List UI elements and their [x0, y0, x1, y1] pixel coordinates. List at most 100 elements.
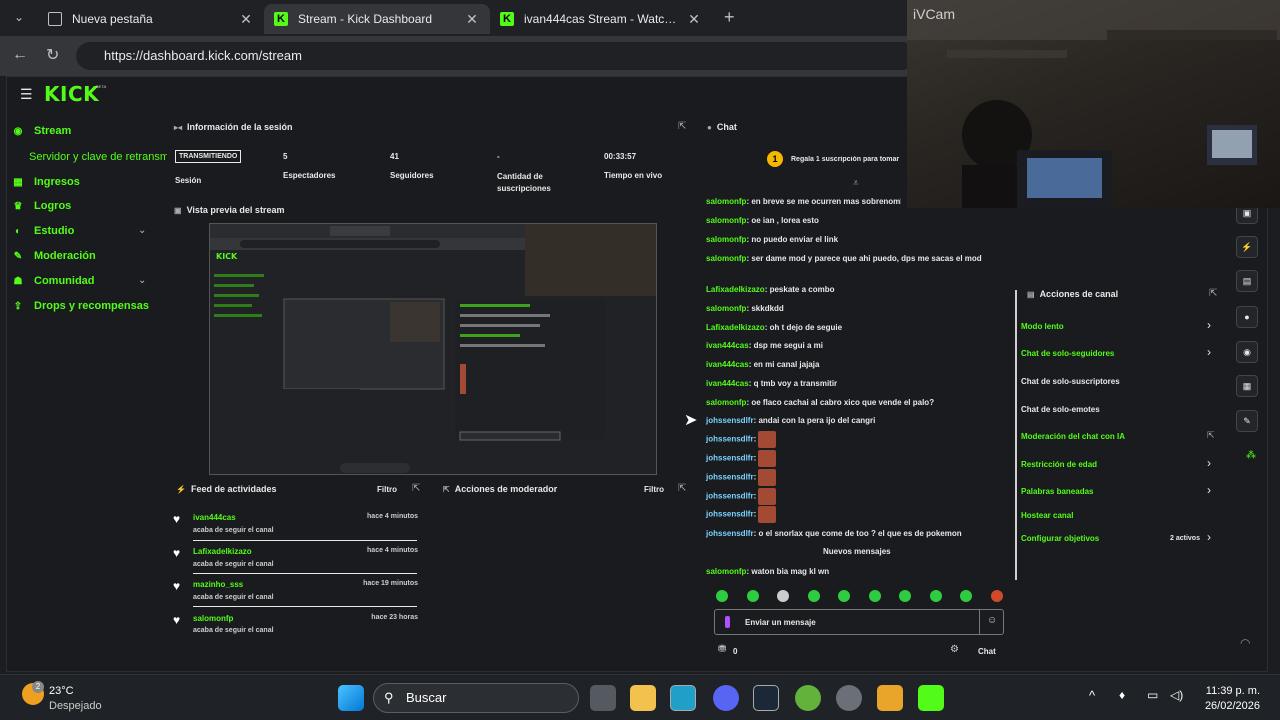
edge-browser-icon[interactable]: [670, 685, 696, 711]
external-link-icon[interactable]: ⇱: [678, 483, 686, 494]
gift-icon: 1: [767, 151, 783, 167]
app-icon[interactable]: [877, 685, 903, 711]
message-icon[interactable]: ●: [1236, 306, 1258, 328]
users-icon[interactable]: ▦: [1236, 375, 1258, 397]
sidebar-item-moderacion[interactable]: ✎ Moderación: [12, 250, 96, 262]
emote-icon[interactable]: [808, 590, 820, 602]
tab-kick-stream[interactable]: K ivan444cas Stream - Watch Live on Kick…: [490, 4, 712, 34]
emote-icon[interactable]: [991, 590, 1003, 602]
sidebar-item-estudio[interactable]: ◐ Estudio: [12, 225, 74, 237]
wrench-icon: ✎: [13, 250, 23, 262]
chevron-right-icon[interactable]: ›: [1207, 456, 1211, 470]
new-messages-button[interactable]: Nuevos mensajes: [823, 547, 891, 556]
new-tab-icon[interactable]: +: [724, 7, 735, 28]
external-link-icon[interactable]: ⇱: [1207, 430, 1215, 441]
divider: [193, 606, 417, 607]
activity-time: hace 4 minutos: [367, 547, 418, 554]
reload-icon[interactable]: ↻: [46, 45, 59, 65]
settings-icon[interactable]: ⚙: [950, 644, 959, 655]
chevron-right-icon[interactable]: ›: [1207, 530, 1211, 544]
tab-new-tab[interactable]: Nueva pestaña ✕: [38, 4, 264, 34]
sidebar-item-stream[interactable]: ◉ Stream: [12, 125, 72, 137]
action-ai-moderation[interactable]: Moderación del chat con IA: [1021, 432, 1125, 441]
activity-filter-button[interactable]: Filtro: [377, 485, 397, 494]
chevron-down-icon[interactable]: ⌄: [138, 225, 146, 236]
sidebar-item-logros[interactable]: ♛ Logros: [12, 200, 72, 212]
back-arrow-icon[interactable]: ←: [12, 46, 28, 64]
taskbar-search[interactable]: ⚲ Buscar: [373, 683, 579, 713]
action-subscribers-only[interactable]: Chat de solo-suscriptores: [1021, 377, 1120, 386]
sidebar-item-comunidad[interactable]: ☗ Comunidad: [12, 275, 95, 287]
mod-actions-filter-button[interactable]: Filtro: [644, 485, 664, 494]
windows-start-icon[interactable]: [338, 685, 364, 711]
discord-icon[interactable]: [713, 685, 739, 711]
sidebar-item-ingresos[interactable]: ▦ Ingresos: [12, 176, 80, 188]
chevron-down-icon[interactable]: ⩡: [853, 178, 859, 189]
heart-icon: ♥: [173, 546, 181, 560]
utorrent-icon[interactable]: [795, 685, 821, 711]
share-icon[interactable]: ⁂: [1246, 450, 1256, 461]
steam-icon[interactable]: [753, 685, 779, 711]
chevron-right-icon[interactable]: ›: [1207, 483, 1211, 497]
chevron-up-icon[interactable]: ^: [1089, 688, 1095, 703]
weather-temp[interactable]: 23°C: [49, 685, 74, 697]
clock-time[interactable]: 11:39 p. m.: [1200, 685, 1260, 697]
emote-icon[interactable]: [777, 590, 789, 602]
emote-icon[interactable]: [838, 590, 850, 602]
kick-logo[interactable]: KICK: [44, 82, 99, 106]
action-banned-words[interactable]: Palabras baneadas: [1021, 487, 1093, 496]
close-icon[interactable]: ✕: [238, 11, 254, 28]
file-explorer-icon[interactable]: [630, 685, 656, 711]
external-link-icon[interactable]: ⇱: [678, 121, 686, 132]
emote-icon[interactable]: [869, 590, 881, 602]
task-view-icon[interactable]: [590, 685, 616, 711]
emote-icon[interactable]: [930, 590, 942, 602]
action-goals[interactable]: Configurar objetivos: [1021, 534, 1099, 543]
close-icon[interactable]: ✕: [464, 11, 480, 28]
pinned-gift-message[interactable]: Regala 1 suscripción para tomar: [791, 156, 906, 163]
chevron-down-icon[interactable]: ⌄: [138, 275, 146, 286]
sidebar-item-server-key[interactable]: Servidor y clave de retransmisión: [29, 151, 167, 163]
emoji-icon[interactable]: ☺: [987, 615, 997, 626]
emote-icon[interactable]: [899, 590, 911, 602]
action-followers-only[interactable]: Chat de solo-seguidores: [1021, 349, 1114, 358]
broadcast-icon[interactable]: ◉: [1236, 341, 1258, 363]
emote-icon[interactable]: [716, 590, 728, 602]
clock-date[interactable]: 26/02/2026: [1200, 700, 1260, 712]
external-link-icon[interactable]: ⇱: [412, 483, 420, 494]
stream-preview[interactable]: KICK: [209, 223, 657, 475]
tab-list-icon[interactable]: ⌄: [14, 10, 24, 24]
settings-icon[interactable]: [836, 685, 862, 711]
headset-icon[interactable]: ◠: [1240, 636, 1250, 650]
chevron-right-icon[interactable]: ›: [1207, 345, 1211, 359]
kick-app-icon[interactable]: [918, 685, 944, 711]
action-host-channel[interactable]: Hostear canal: [1021, 511, 1073, 520]
close-icon[interactable]: ✕: [686, 11, 702, 28]
activity-user[interactable]: salomonfp: [193, 614, 233, 623]
chat-message: johssensdlfr: andai con la pera ijo del …: [706, 416, 876, 425]
action-emotes-only[interactable]: Chat de solo-emotes: [1021, 405, 1100, 414]
emote-icon[interactable]: [747, 590, 759, 602]
emote-icon[interactable]: [960, 590, 972, 602]
activity-user[interactable]: ivan444cas: [193, 513, 236, 522]
address-bar[interactable]: https://dashboard.kick.com/stream: [76, 42, 916, 70]
hamburger-menu-icon[interactable]: ☰: [20, 86, 33, 103]
chat-input[interactable]: Enviar un mensaje ☺: [714, 609, 1004, 635]
activity-user[interactable]: Lafixadelkizazo: [193, 547, 252, 556]
action-age-restriction[interactable]: Restricción de edad: [1021, 460, 1097, 469]
weather-desc[interactable]: Despejado: [49, 700, 102, 712]
chat-message: salomonfp: en breve se me ocurren mas so…: [706, 197, 901, 206]
sidebar-item-drops[interactable]: ⇪ Drops y recompensas: [12, 300, 149, 312]
clipboard-icon[interactable]: ▤: [1236, 270, 1258, 292]
chevron-right-icon[interactable]: ›: [1207, 318, 1211, 332]
tab-kick-dashboard[interactable]: K Stream - Kick Dashboard ✕: [264, 4, 490, 34]
action-slow-mode[interactable]: Modo lento: [1021, 322, 1064, 331]
external-link-icon[interactable]: ⇱: [1209, 288, 1217, 299]
volume-icon[interactable]: ◁): [1170, 688, 1183, 702]
lightning-icon[interactable]: ⚡: [1236, 236, 1258, 258]
chat-send-button[interactable]: Chat: [978, 647, 996, 656]
network-icon[interactable]: ▭: [1147, 688, 1158, 702]
activity-user[interactable]: mazinho_sss: [193, 580, 243, 589]
microphone-icon[interactable]: ♦: [1119, 688, 1125, 702]
wrench-icon[interactable]: ✎: [1236, 410, 1258, 432]
